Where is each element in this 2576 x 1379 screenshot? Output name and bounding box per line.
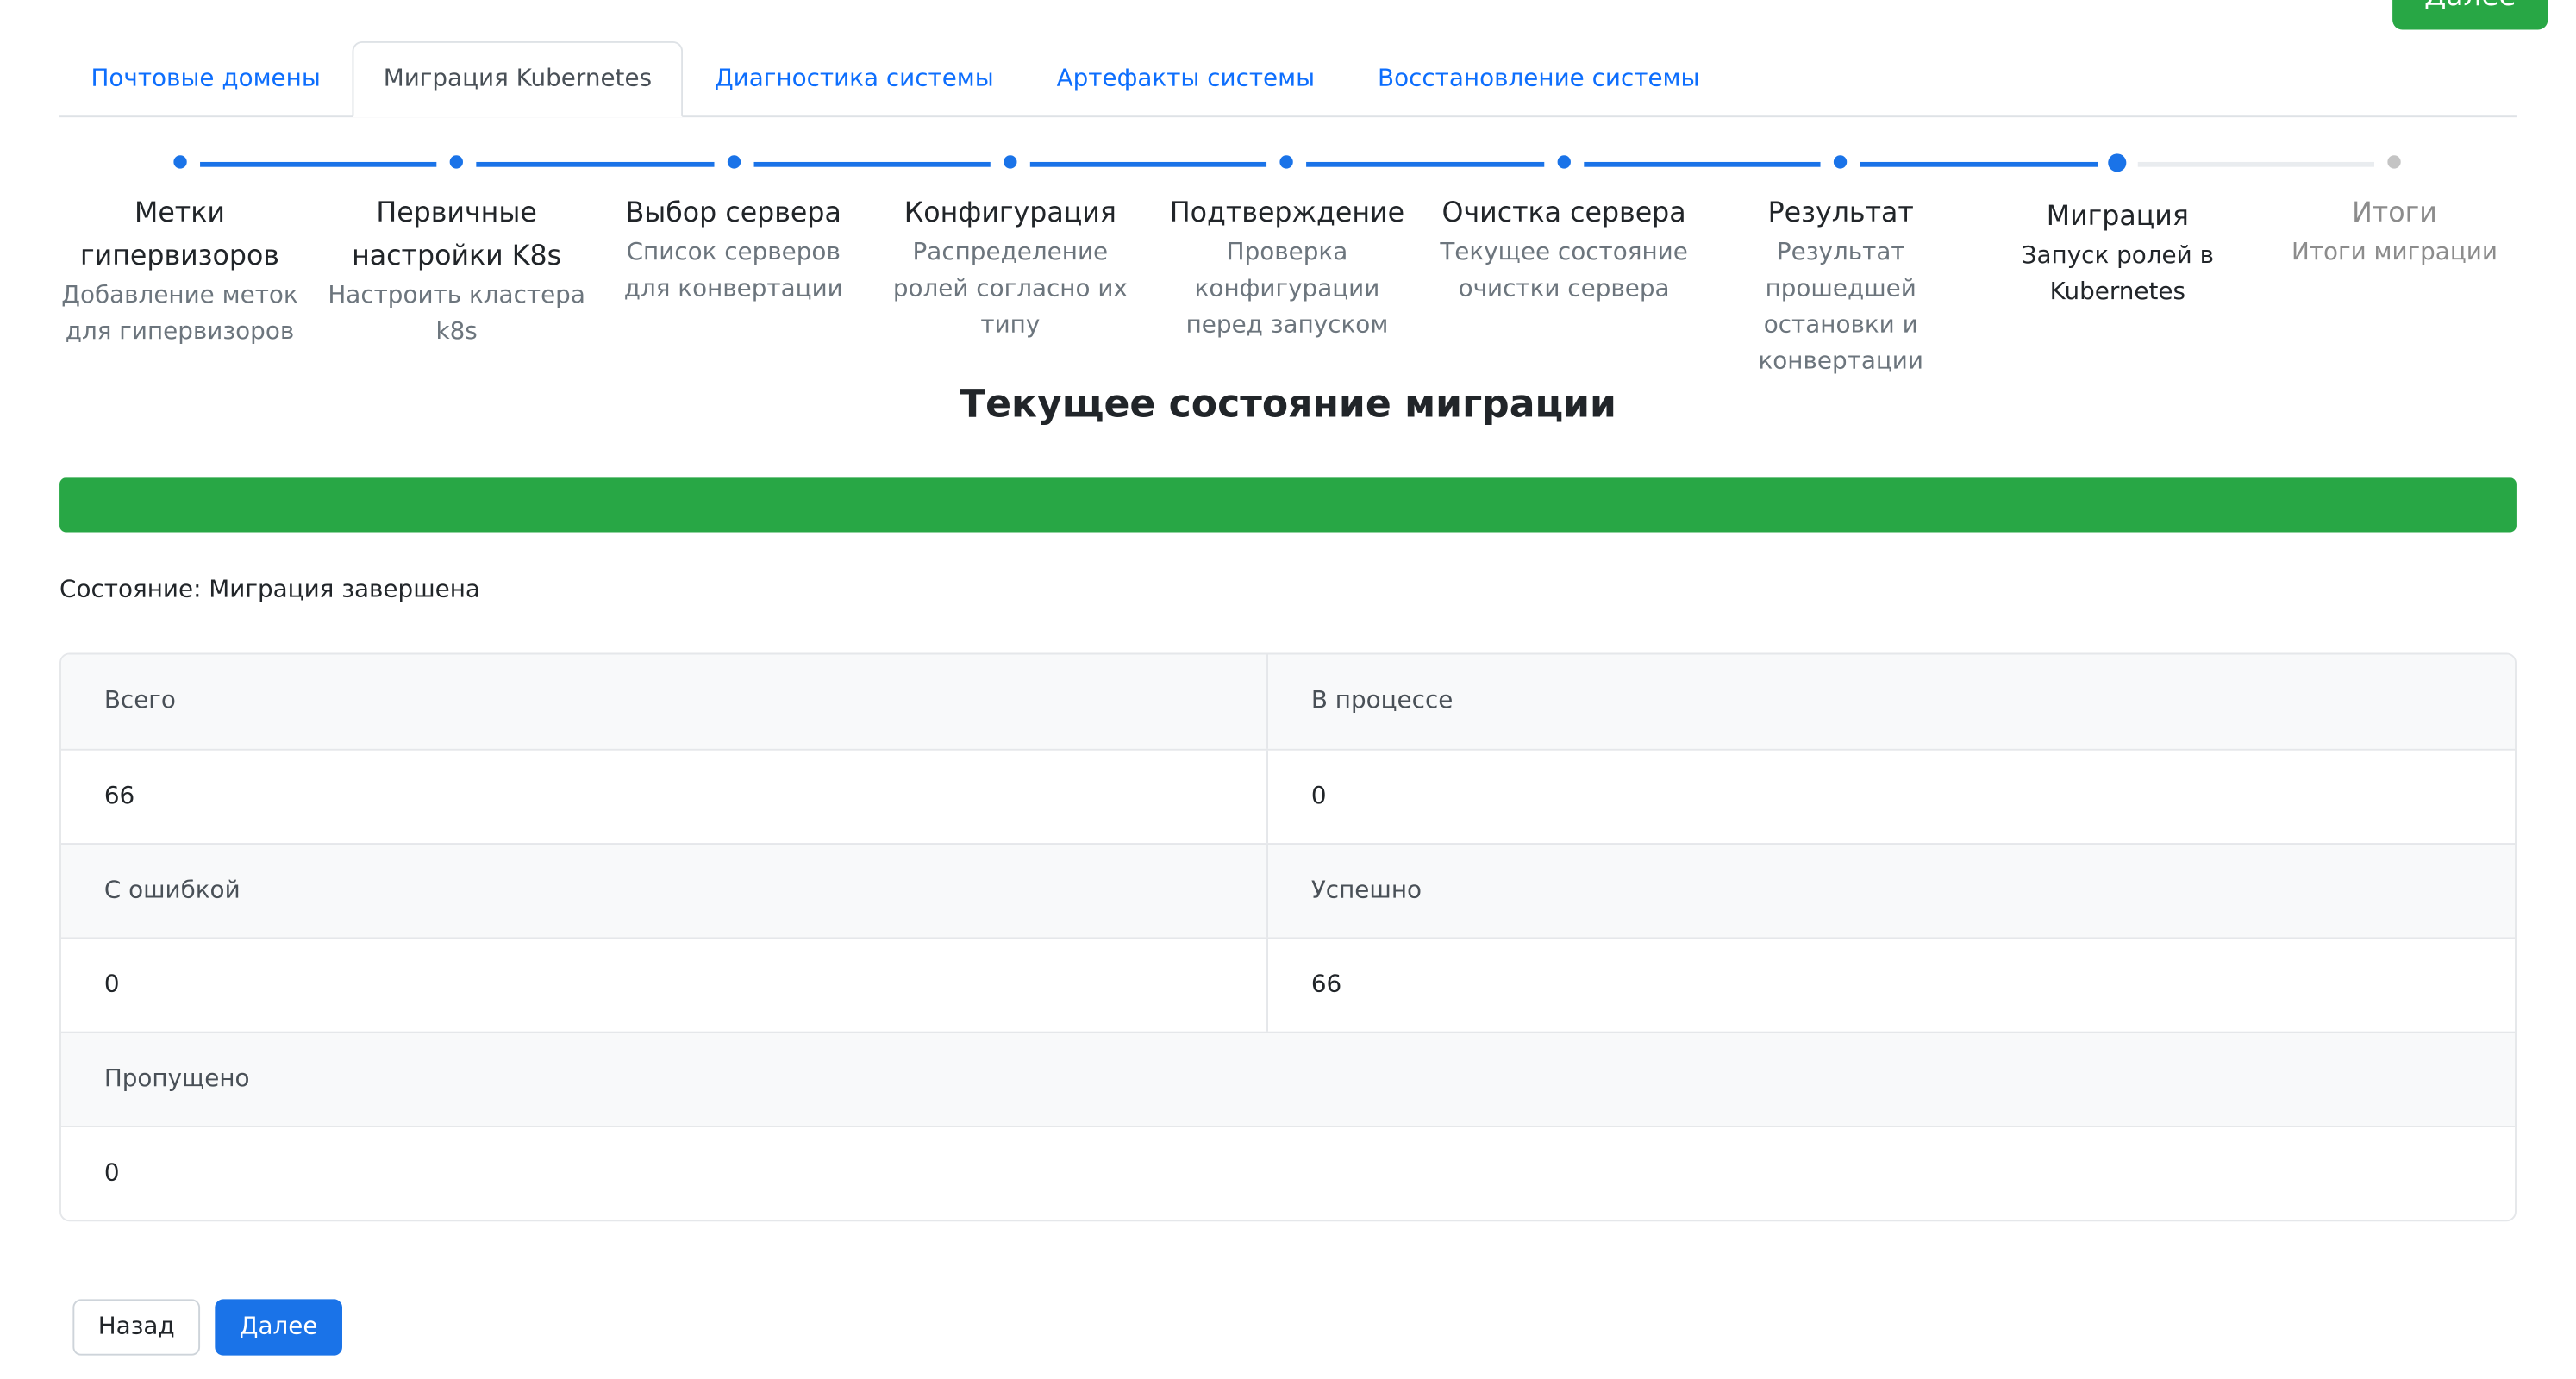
- step-description: Распределение ролей согласно их типу: [892, 240, 1128, 340]
- step-summary: Итоги Итоги миграции: [2256, 146, 2533, 394]
- step-description: Текущее состояние очистки сервера: [1440, 240, 1688, 303]
- stats-header-row: С ошибкой Успешно: [60, 843, 2516, 938]
- step-title: Метки гипервизоров: [80, 197, 279, 271]
- wizard-stepper: Метки гипервизоров Добавление меток для …: [41, 146, 2533, 394]
- step-title: Конфигурация: [903, 197, 1116, 228]
- stats-value-row: 0 66: [60, 937, 2516, 1032]
- tab-system-artifacts[interactable]: Артефакты системы: [1025, 41, 1346, 115]
- step-dot-icon: [449, 155, 464, 169]
- page: Далее Почтовые домены Миграция Kubernete…: [0, 0, 2576, 1378]
- back-button[interactable]: Назад: [72, 1299, 201, 1356]
- stats-header-row: Пропущено: [60, 1031, 2516, 1126]
- step-description: Запуск ролей в Kubernetes: [2021, 242, 2214, 306]
- step-title: Очистка сервера: [1441, 197, 1686, 228]
- step-dot-icon: [1834, 155, 1848, 169]
- step-dot-icon: [1557, 155, 1571, 169]
- in-progress-label: В процессе: [1310, 687, 1454, 714]
- tab-kubernetes-migration[interactable]: Миграция Kubernetes: [352, 41, 684, 118]
- progress-fill: [59, 477, 2517, 533]
- migration-stats-table: Всего В процессе 66 0 С ошибкой Успешно …: [59, 652, 2517, 1222]
- error-label: С ошибкой: [61, 845, 1268, 938]
- step-dot-icon: [1280, 155, 1294, 169]
- total-label: Всего: [61, 654, 1268, 749]
- step-description: Список серверов для конвертации: [623, 240, 843, 303]
- success-label: Успешно: [1310, 877, 1422, 905]
- migration-progress-bar: [59, 477, 2517, 533]
- step-dot-icon: [1004, 155, 1017, 169]
- step-dot-icon: [172, 155, 187, 169]
- total-value: 66: [61, 750, 1268, 844]
- page-title: Текущее состояние миграции: [960, 383, 1616, 427]
- step-title: Миграция: [2046, 200, 2189, 232]
- tab-system-diagnostics[interactable]: Диагностика системы: [684, 41, 1026, 115]
- step-description: Итоги миграции: [2291, 240, 2498, 266]
- step-title: Выбор сервера: [625, 197, 841, 228]
- step-dot-icon: [727, 155, 741, 169]
- step-dot-icon: [2387, 155, 2402, 169]
- step-description: Проверка конфигурации перед запуском: [1185, 240, 1389, 340]
- step-configuration: Конфигурация Распределение ролей согласн…: [872, 146, 1267, 394]
- success-value: 66: [1310, 971, 1342, 999]
- step-description: Результат прошедшей остановки и конверта…: [1758, 240, 1923, 376]
- step-title: Результат: [1767, 197, 1914, 228]
- step-title: Подтверждение: [1169, 197, 1405, 228]
- step-server-selection: Выбор сервера Список серверов для конвер…: [595, 146, 991, 394]
- step-title: Первичные настройки K8s: [352, 197, 562, 271]
- migration-status-text: Состояние: Миграция завершена: [59, 577, 480, 604]
- in-progress-value: 0: [1310, 783, 1327, 810]
- step-migration: Миграция Запуск ролей в Kubernetes: [1979, 146, 2375, 394]
- stats-value-row: 66 0: [60, 748, 2516, 844]
- step-title: Итоги: [2352, 197, 2437, 228]
- step-dot-icon: [2108, 153, 2127, 172]
- skipped-value: 0: [103, 1160, 120, 1188]
- top-next-button[interactable]: Далее: [2392, 0, 2548, 30]
- step-description: Настроить кластера k8s: [328, 282, 585, 346]
- tab-mail-domains[interactable]: Почтовые домены: [59, 41, 352, 115]
- next-button[interactable]: Далее: [215, 1299, 342, 1356]
- stats-header-row: Всего В процессе: [60, 654, 2516, 749]
- step-k8s-initial-settings: Первичные настройки K8s Настроить класте…: [318, 146, 714, 394]
- stats-value-row: 0: [60, 1126, 2516, 1220]
- step-server-cleanup: Очистка сервера Текущее состояние очистк…: [1426, 146, 1822, 394]
- error-value: 0: [61, 939, 1268, 1032]
- step-hypervisor-labels: Метки гипервизоров Добавление меток для …: [41, 146, 437, 394]
- tab-system-recovery[interactable]: Восстановление системы: [1347, 41, 1731, 115]
- skipped-label: Пропущено: [103, 1066, 250, 1093]
- step-description: Добавление меток для гипервизоров: [61, 282, 298, 346]
- tab-bar: Почтовые домены Миграция Kubernetes Диаг…: [59, 41, 2517, 118]
- step-confirmation: Подтверждение Проверка конфигурации пере…: [1148, 146, 1545, 394]
- step-result: Результат Результат прошедшей остановки …: [1703, 146, 2098, 394]
